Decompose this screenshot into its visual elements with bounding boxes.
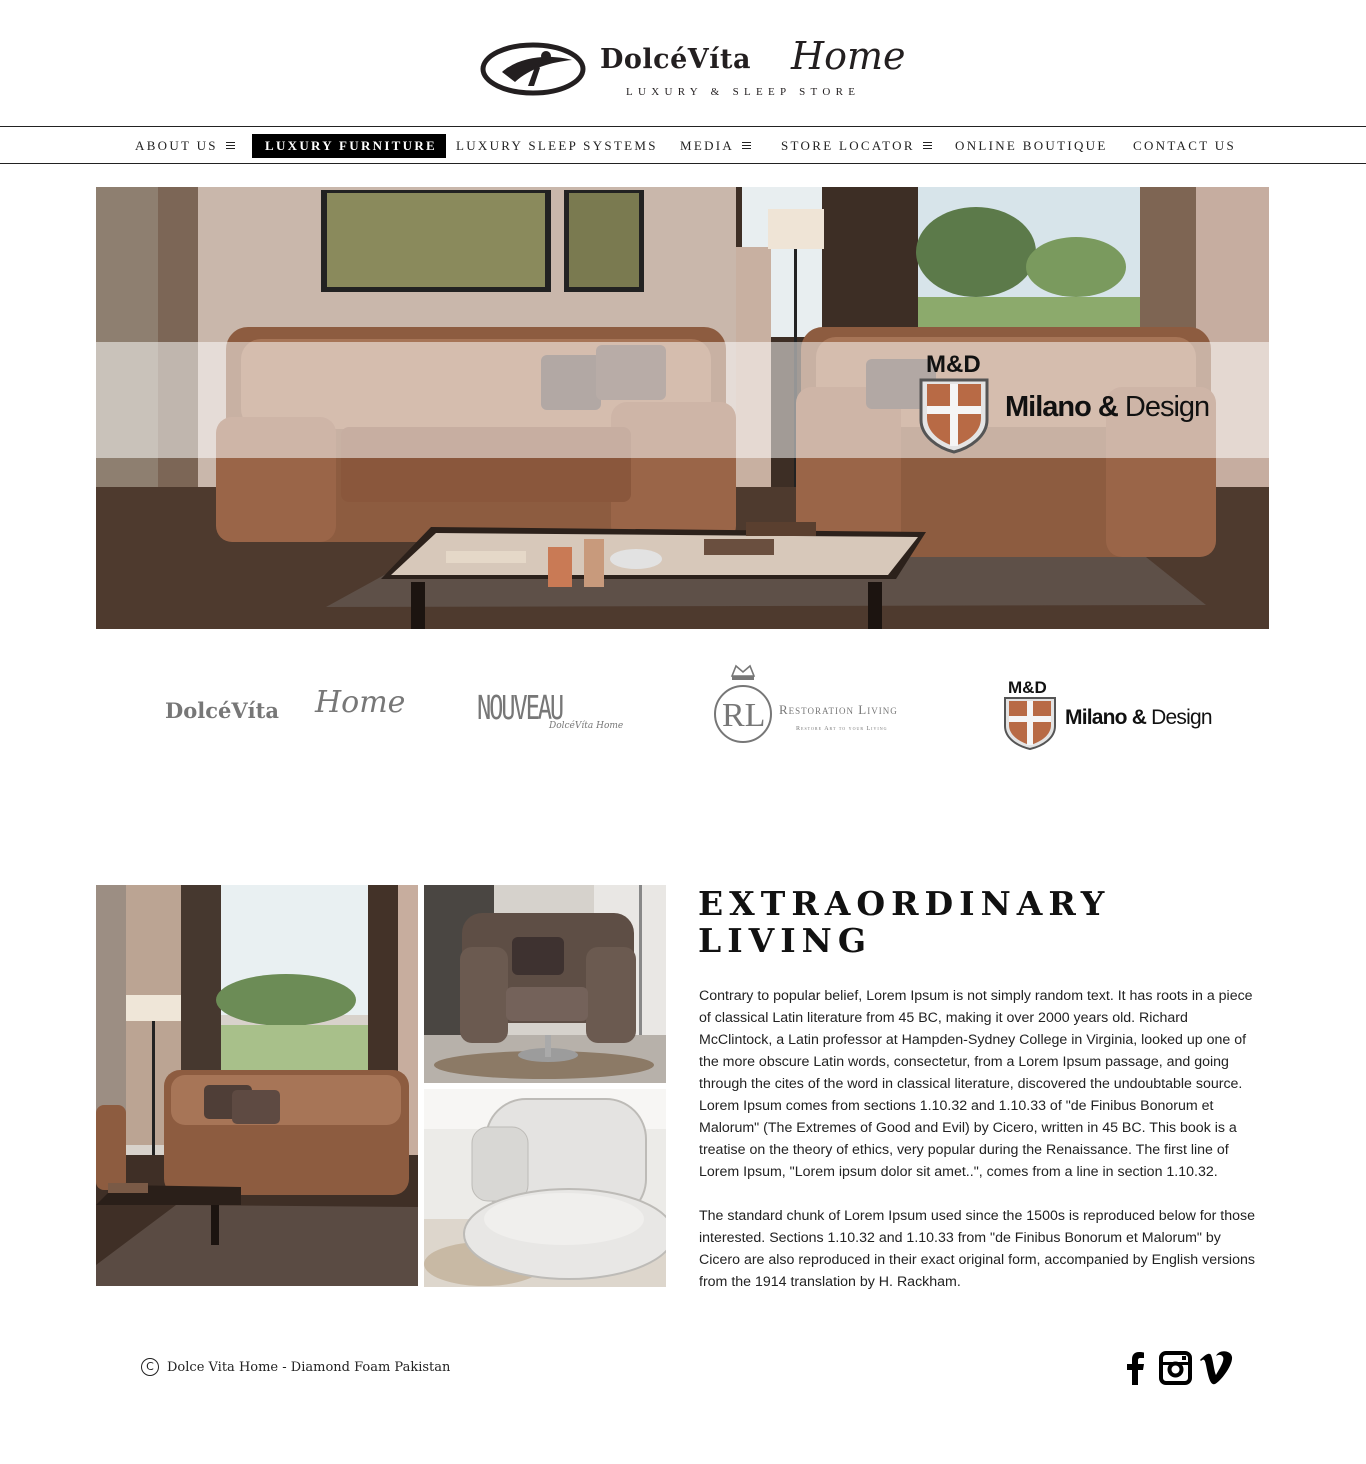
nav-luxury-sleep-systems[interactable]: LUXURY SLEEP SYSTEMS (456, 134, 658, 158)
feature-paragraph-2: The standard chunk of Lorem Ipsum used s… (699, 1208, 1256, 1290)
partner-restoration-sub: Restore Art to your Living (796, 726, 888, 732)
partner-md-badge-text: M&D (1008, 678, 1047, 697)
nav-label: STORE LOCATOR (781, 138, 915, 153)
partner-restoration-word: Restoration Living (779, 702, 898, 717)
feature-title: EXTRAORDINARY LIVING (698, 885, 1178, 959)
feature-photo-sofa-room[interactable] (96, 885, 418, 1286)
feature-photo-white-armchair[interactable] (424, 1089, 666, 1287)
copyright-text: Dolce Vita Home - Diamond Foam Pakistan (167, 1359, 451, 1375)
feature-body: Contrary to popular belief, Lorem Ipsum … (699, 985, 1261, 1293)
menu-icon (225, 142, 235, 149)
md-shield-icon: M&D (919, 351, 989, 454)
vimeo-icon[interactable] (1199, 1351, 1238, 1385)
hero-brand-bold: Milano & (1005, 391, 1119, 423)
hero-brand-name: Milano & Design (1005, 391, 1210, 424)
menu-icon (922, 142, 932, 149)
logo-mark-icon (480, 42, 586, 96)
partner-dolcevita-word: DolcéVíta (165, 698, 279, 723)
partner-logo-restoration-living[interactable]: RL Restoration Living Restore Art to you… (712, 662, 926, 752)
hero-badge-text: M&D (926, 351, 981, 378)
hero-brand-light: Design (1117, 391, 1210, 423)
nav-luxury-furniture[interactable]: LUXURY FURNITURE (252, 134, 447, 158)
partner-milano-name: Milano & Design (1065, 706, 1213, 730)
nav-label: MEDIA (680, 138, 735, 153)
partner-logo-nouveau[interactable]: NOUVEAU DolcéVíta Home (477, 688, 627, 736)
md-shield-icon: M&D (1004, 678, 1056, 750)
partner-logo-dolcevita[interactable]: DolcéVíta Home (165, 685, 405, 726)
feature-photo-brown-armchair[interactable] (424, 885, 666, 1083)
main-nav: ABOUT US LUXURY FURNITURE LUXURY SLEEP S… (0, 126, 1366, 164)
partner-milano-light: Design (1146, 706, 1212, 729)
nav-label: CONTACT US (1133, 138, 1236, 153)
sofa-room-image (96, 885, 418, 1286)
nav-label: LUXURY SLEEP SYSTEMS (456, 138, 658, 153)
feature-title-line-2: LIVING (698, 921, 873, 960)
feature-title-line-1: EXTRAORDINARY (698, 884, 1111, 923)
feature-paragraph-1: Contrary to popular belief, Lorem Ipsum … (699, 988, 1253, 1180)
nav-about-us[interactable]: ABOUT US (135, 134, 235, 158)
nav-media[interactable]: MEDIA (680, 134, 752, 158)
partner-logo-milano-design[interactable]: M&D Milano & Design (1003, 676, 1218, 752)
nav-online-boutique[interactable]: ONLINE BOUTIQUE (955, 134, 1108, 158)
logo-script: Home (791, 34, 906, 78)
partner-dolcevita-script: Home (315, 685, 406, 720)
nav-label: LUXURY FURNITURE (265, 138, 438, 153)
logo-wordmark: DolcéVíta (600, 44, 751, 75)
copyright-icon: C (141, 1358, 159, 1376)
facebook-icon[interactable] (1124, 1351, 1146, 1385)
white-armchair-image (424, 1089, 666, 1287)
partner-restoration-monogram: RL (722, 697, 765, 734)
copyright-notice: C Dolce Vita Home - Diamond Foam Pakista… (141, 1356, 450, 1378)
crown-monogram-icon: RL (714, 664, 772, 743)
logo-tagline: LUXURY & SLEEP STORE (626, 86, 861, 98)
nav-contact-us[interactable]: CONTACT US (1133, 134, 1236, 158)
partner-nouveau-sub: DolcéVíta Home (549, 721, 624, 731)
nav-label: ABOUT US (135, 138, 218, 153)
menu-icon (742, 142, 752, 149)
brown-armchair-image (424, 885, 666, 1083)
instagram-icon[interactable] (1159, 1351, 1192, 1385)
partner-milano-bold: Milano & (1065, 706, 1147, 729)
nav-label: ONLINE BOUTIQUE (955, 138, 1108, 153)
site-logo[interactable]: DolcéVíta Home LUXURY & SLEEP STORE (478, 34, 906, 102)
nav-store-locator[interactable]: STORE LOCATOR (781, 134, 932, 158)
